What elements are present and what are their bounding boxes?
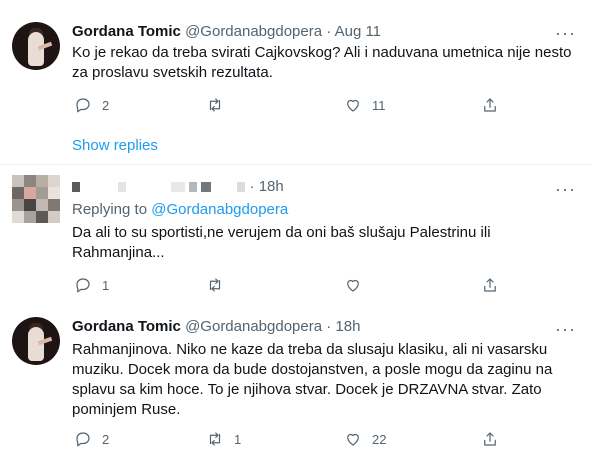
share-button[interactable]: [481, 276, 499, 294]
share-icon: [484, 98, 496, 112]
reply-count: 2: [102, 431, 110, 447]
tweet-header: · 18h: [72, 177, 284, 197]
reply-button[interactable]: 2: [74, 430, 109, 448]
avatar[interactable]: [12, 22, 60, 70]
reply-button[interactable]: 1: [74, 276, 109, 294]
reply-icon: [76, 432, 90, 447]
retweet-button[interactable]: [206, 276, 234, 294]
share-icon: [484, 432, 496, 446]
author-name-redacted[interactable]: [72, 178, 250, 195]
author-handle[interactable]: @Gordanabgdopera: [185, 23, 322, 40]
retweet-icon: [209, 278, 221, 292]
timestamp[interactable]: 18h: [259, 178, 284, 195]
tweet-1[interactable]: Gordana Tomic @Gordanabgdopera · Aug 11 …: [0, 0, 592, 160]
avatar[interactable]: [12, 175, 60, 223]
tweet-text: Rahmanjinova. Niko ne kaze da treba da s…: [72, 341, 553, 418]
more-icon[interactable]: ···: [555, 24, 576, 42]
like-icon: [347, 99, 359, 112]
like-count: 22: [372, 431, 387, 447]
tweet-text: Da ali to su sportisti,ne verujem da oni…: [72, 224, 491, 261]
reply-icon: [76, 98, 90, 113]
reply-icon: [76, 278, 90, 293]
reply-button[interactable]: 2: [74, 96, 109, 114]
retweet-icon: [209, 432, 221, 446]
replying-to-handle[interactable]: @Gordanabgdopera: [151, 201, 288, 218]
share-button[interactable]: [481, 96, 499, 114]
reply-count: 1: [102, 277, 110, 293]
avatar[interactable]: [12, 317, 60, 365]
share-icon: [484, 278, 496, 292]
retweet-icon: [209, 98, 221, 112]
replying-prefix: Replying to: [72, 201, 148, 218]
author-handle[interactable]: @Gordanabgdopera: [185, 318, 322, 335]
reply-count: 2: [102, 97, 110, 113]
more-icon[interactable]: ···: [555, 180, 576, 198]
tweet-actions: 2 1 22: [72, 430, 512, 449]
author-name[interactable]: Gordana Tomic: [72, 23, 181, 40]
show-replies-link[interactable]: Show replies: [72, 136, 158, 156]
share-button[interactable]: [481, 430, 499, 448]
tweet-actions: 2 11: [72, 96, 512, 116]
tweet-header: Gordana Tomic @Gordanabgdopera · 18h: [72, 317, 360, 337]
author-name[interactable]: Gordana Tomic: [72, 318, 181, 335]
separator-dot: ·: [326, 318, 332, 335]
separator-dot: ·: [249, 178, 255, 195]
like-icon: [347, 433, 359, 446]
retweet-button[interactable]: 1: [206, 430, 241, 448]
timestamp[interactable]: 18h: [335, 318, 360, 335]
separator-dot: ·: [326, 23, 332, 40]
retweet-count: 1: [234, 431, 242, 447]
like-icon: [347, 279, 359, 292]
tweet-text: Ko je rekao da treba svirati Cajkovskog?…: [72, 44, 572, 81]
like-button[interactable]: [344, 276, 372, 294]
replying-to: Replying to @Gordanabgdopera: [72, 200, 572, 220]
tweet-actions: 1: [72, 276, 512, 296]
tweet-header: Gordana Tomic @Gordanabgdopera · Aug 11: [72, 22, 381, 42]
like-button[interactable]: 22: [344, 430, 386, 448]
timestamp[interactable]: Aug 11: [335, 23, 381, 40]
like-button[interactable]: 11: [344, 96, 386, 114]
retweet-button[interactable]: [206, 96, 234, 114]
tweet-3[interactable]: Gordana Tomic @Gordanabgdopera · 18h ···…: [0, 305, 592, 449]
like-count: 11: [372, 97, 386, 113]
tweet-2[interactable]: · 18h ··· Replying to @Gordanabgdopera D…: [0, 165, 592, 305]
more-icon[interactable]: ···: [555, 320, 576, 338]
